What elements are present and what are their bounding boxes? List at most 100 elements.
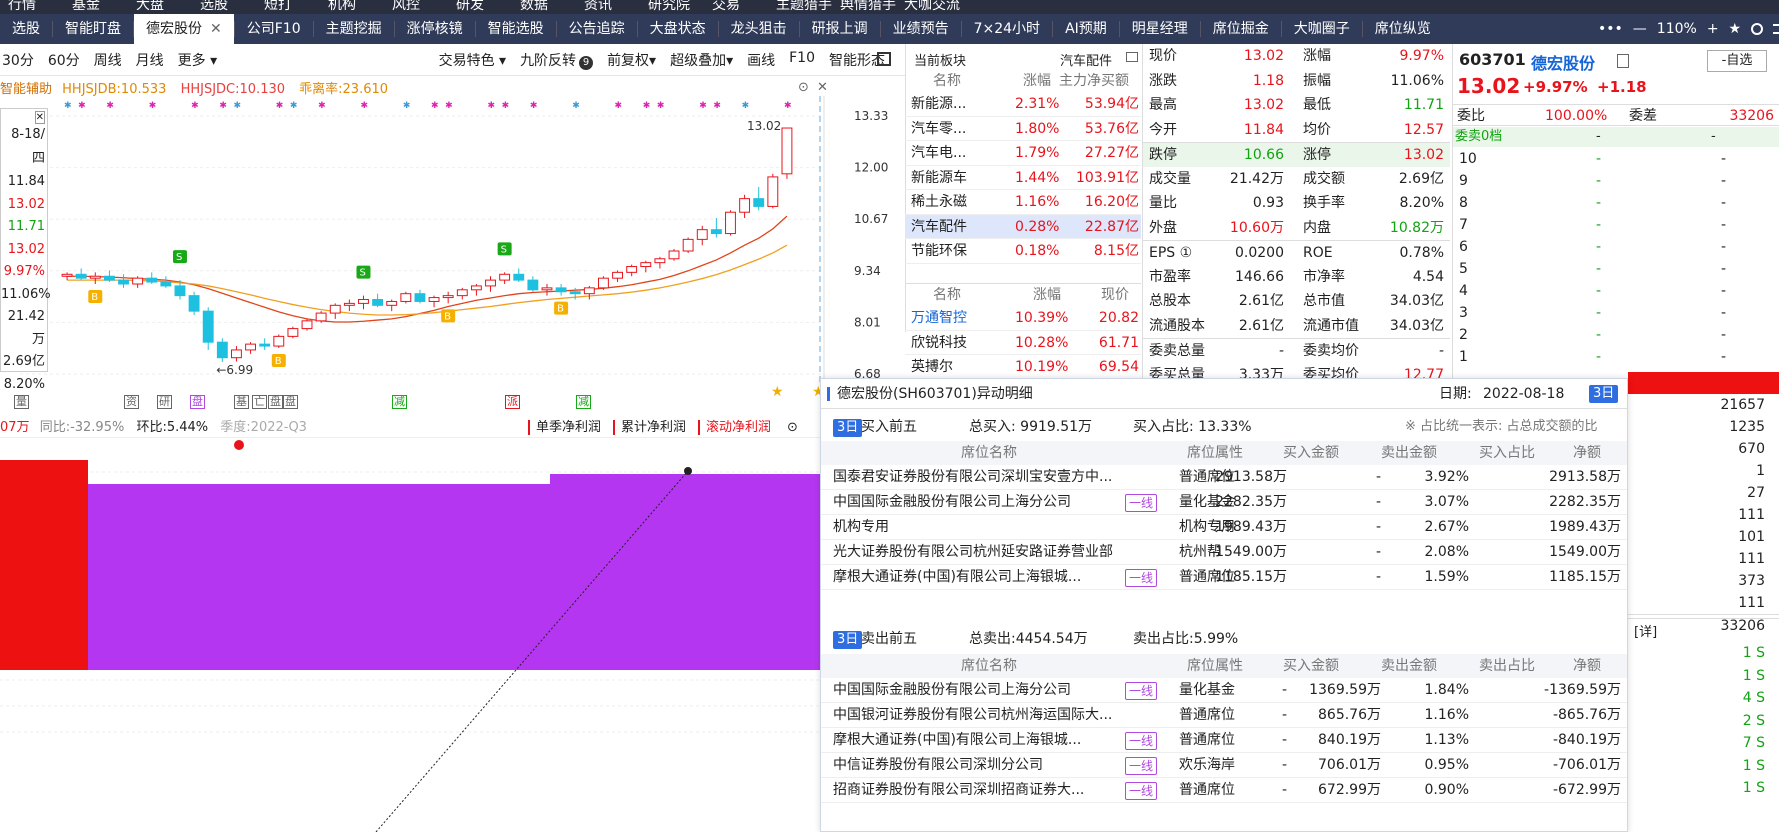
search-icon[interactable] — [1751, 23, 1764, 35]
top-nav-item[interactable]: 研究院 — [648, 0, 690, 14]
tab-14[interactable]: 明星经理 — [1120, 14, 1200, 44]
seat-name[interactable]: 中国银河证券股份有限公司杭州海运国际大... — [833, 703, 1112, 728]
settings-icon[interactable]: ⊙ — [787, 420, 798, 435]
tab-1[interactable]: 智能盯盘 — [53, 14, 133, 44]
table-row[interactable]: 汽车电... 1.79% 27.27亿 — [905, 141, 1141, 166]
signal-badge[interactable]: 研 — [157, 395, 172, 409]
stock-name[interactable]: 英搏尔 — [911, 355, 953, 380]
zoom-in-icon[interactable]: + — [1707, 21, 1719, 37]
tab-2[interactable]: 德宏股份 ✕ — [134, 14, 234, 44]
top-nav-item[interactable]: 基金 — [72, 0, 100, 14]
orderbook-level[interactable]: 1 - - — [1453, 346, 1779, 368]
profit-mode-button[interactable]: 单季净利润 — [528, 420, 602, 435]
seat-name[interactable]: 摩根大通证券(中国)有限公司上海银城... — [833, 728, 1081, 753]
table-row[interactable]: 汽车零... 1.80% 53.76亿 — [905, 117, 1141, 141]
table-row[interactable]: 摩根大通证券(中国)有限公司上海银城... 一线 普通席位 -840.19万 1.13%… — [821, 728, 1627, 753]
tab-5[interactable]: 涨停核镜 — [395, 14, 475, 44]
note-icon[interactable] — [1617, 54, 1629, 68]
tab-4[interactable]: 主题挖掘 — [314, 14, 394, 44]
top-nav-item[interactable]: 选股 — [200, 0, 228, 14]
menu-icon[interactable] — [1773, 24, 1779, 34]
top-nav-item[interactable]: 大盘 — [136, 0, 164, 14]
tab-10[interactable]: 研报上调 — [800, 14, 880, 44]
tab-8[interactable]: 大盘状态 — [638, 14, 718, 44]
toolbar-button[interactable]: 九阶反转 — [520, 53, 576, 69]
orderbook-level[interactable]: 9 - - — [1453, 170, 1779, 192]
seat-name[interactable]: 光大证券股份有限公司杭州延安路证券营业部 — [833, 540, 1113, 565]
top-nav-item[interactable]: 风控 — [392, 0, 420, 14]
orderbook-level[interactable]: 5 - - — [1453, 258, 1779, 280]
orderbook-level[interactable]: 8 - - — [1453, 192, 1779, 214]
panel-toggle-icon[interactable] — [877, 52, 891, 66]
tab-13[interactable]: AI预期 — [1053, 14, 1119, 44]
top-nav-item[interactable]: 短打 — [264, 0, 292, 14]
period-button[interactable]: 30分 — [2, 50, 34, 70]
stock-name[interactable]: 欣锐科技 — [911, 331, 967, 356]
top-nav-item[interactable]: 行情 — [8, 0, 36, 14]
candlestick-chart[interactable]: 13.3312.0010.679.348.016.6813.02←6.99✱ ✱ ✱… — [0, 96, 905, 382]
expand-icon[interactable] — [1126, 52, 1138, 62]
tab-12[interactable]: 7×24小时 — [962, 14, 1052, 44]
tab-17[interactable]: 席位纵览 — [1363, 14, 1443, 44]
signal-badge[interactable]: 派 — [505, 395, 520, 409]
period-button[interactable]: 月线 — [136, 50, 164, 70]
seat-name[interactable]: 摩根大通证券(中国)有限公司上海银城... — [833, 565, 1081, 590]
signal-badge[interactable]: 资 — [124, 395, 139, 409]
top-nav-item[interactable]: 资讯 — [584, 0, 612, 14]
seat-name[interactable]: 国泰君安证券股份有限公司深圳宝安壹方中... — [833, 465, 1112, 490]
stock-name[interactable]: 万通智控 — [911, 306, 967, 331]
top-nav-item[interactable]: 主题猎手 — [776, 0, 832, 14]
table-row[interactable]: 中国国际金融股份有限公司上海分公司 一线 量化基金 2282.35万 -3.07% 228… — [821, 490, 1627, 515]
orderbook-level[interactable]: 2 - - — [1453, 324, 1779, 346]
toolbar-button[interactable]: 超级叠加▾ — [670, 50, 733, 70]
period-button[interactable]: 周线 — [94, 50, 122, 70]
buy-signal-icon[interactable]: B — [271, 354, 286, 368]
tab-6[interactable]: 智能选股 — [476, 14, 556, 44]
orderbook-level[interactable]: 3 - - — [1453, 302, 1779, 324]
table-row[interactable]: 招商证券股份有限公司深圳招商证券大... 一线 普通席位 -672.99万 0.90% -… — [821, 778, 1627, 803]
table-row[interactable]: 欣锐科技 10.28% 61.71 — [905, 331, 1141, 356]
seat-name[interactable]: 中国国际金融股份有限公司上海分公司 — [833, 678, 1071, 703]
period-button[interactable]: 60分 — [48, 50, 80, 70]
signal-badge[interactable]: 盘 — [268, 395, 283, 409]
top-nav-item[interactable]: 机构 — [328, 0, 356, 14]
close-icon[interactable]: ✕ — [817, 80, 828, 95]
date-value[interactable]: 2022-08-18 — [1483, 379, 1564, 409]
signal-badge[interactable]: 基 — [234, 395, 249, 409]
top-nav-item[interactable]: 研发 — [456, 0, 484, 14]
table-row[interactable]: 万通智控 10.39% 20.82 — [905, 306, 1141, 331]
profit-mode-button[interactable]: 累计净利润 — [613, 420, 687, 435]
table-row[interactable]: 机构专用 机构专用 1989.43万 -2.67% 1989.43万 — [821, 515, 1627, 540]
orderbook-level[interactable]: 4 - - — [1453, 280, 1779, 302]
tab-3[interactable]: 公司F10 — [235, 14, 313, 44]
table-row[interactable]: 汽车配件 0.28% 22.87亿 — [905, 214, 1141, 239]
table-row[interactable]: 英搏尔 10.19% 69.54 — [905, 355, 1141, 380]
table-row[interactable]: 中信证券股份有限公司深圳分公司 一线 欢乐海岸 -706.01万 0.95% -706.0… — [821, 753, 1627, 778]
table-row[interactable]: 节能环保 0.18% 8.15亿 — [905, 239, 1141, 264]
buy-signal-icon[interactable]: B — [441, 309, 456, 323]
signal-badge[interactable]: 减 — [576, 395, 591, 409]
tab-7[interactable]: 公告追踪 — [557, 14, 637, 44]
close-icon[interactable]: ✕ — [210, 21, 222, 37]
orderbook-level[interactable]: 7 - - — [1453, 214, 1779, 236]
top-nav-item[interactable]: 舆情猎手 — [840, 0, 896, 14]
seat-name[interactable]: 中信证券股份有限公司深圳分公司 — [833, 753, 1043, 778]
toolbar-button[interactable]: F10 — [789, 50, 815, 70]
sell-signal-icon[interactable]: S — [172, 250, 187, 264]
star-icon[interactable]: ★ — [1729, 21, 1742, 37]
add-watchlist-button[interactable]: -自选 — [1707, 50, 1767, 72]
detail-link[interactable]: [详] — [1634, 621, 1657, 640]
seat-name[interactable]: 招商证券股份有限公司深圳招商证券大... — [833, 778, 1084, 803]
table-row[interactable]: 光大证券股份有限公司杭州延安路证券营业部 杭州帮 1549.00万 -2.08% 154… — [821, 540, 1627, 565]
tab-15[interactable]: 席位掘金 — [1201, 14, 1281, 44]
toolbar-button[interactable]: 画线 — [747, 50, 775, 70]
toolbar-button-wrap[interactable]: 九阶反转 9 — [520, 50, 594, 70]
period-button[interactable]: 3日 — [1589, 385, 1619, 403]
tab-0[interactable]: 选股 — [0, 14, 52, 44]
orderbook-level[interactable]: 6 - - — [1453, 236, 1779, 258]
signal-badge[interactable]: 减 — [392, 395, 407, 409]
toolbar-button[interactable]: 交易特色 ▾ — [439, 50, 506, 70]
top-nav-item[interactable]: 大咖交流 — [904, 0, 960, 14]
profit-mode-button[interactable]: 滚动净利润 — [698, 420, 772, 435]
table-row[interactable]: 国泰君安证券股份有限公司深圳宝安壹方中... 普通席位 2913.58万 -3.92%… — [821, 465, 1627, 490]
